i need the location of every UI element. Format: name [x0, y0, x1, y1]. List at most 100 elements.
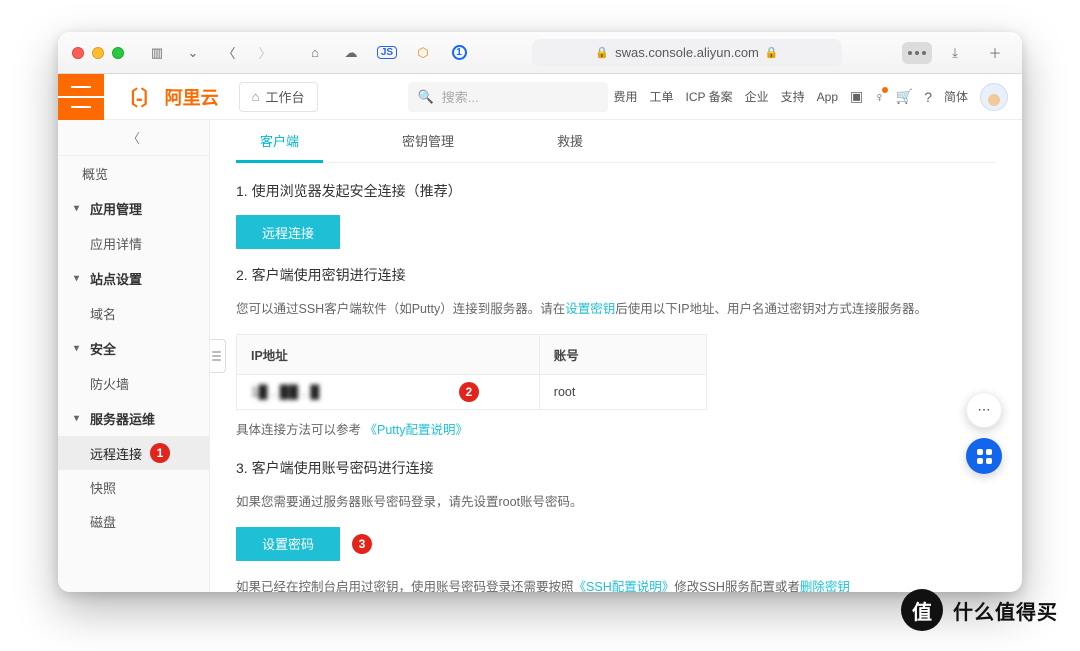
- sidebar-item-snapshot[interactable]: 快照: [58, 470, 209, 504]
- delete-key-link[interactable]: 删除密钥: [800, 580, 850, 592]
- brand-circle-icon: 值: [901, 589, 943, 631]
- sidebar-item-label: 远程连接: [90, 444, 142, 463]
- ssh-doc-link[interactable]: 《SSH配置说明》: [574, 580, 675, 592]
- global-search-input[interactable]: 🔍 搜索...: [408, 82, 608, 112]
- cart-icon[interactable]: 🛒: [896, 88, 913, 105]
- address-bar-url: swas.console.aliyun.com: [615, 45, 759, 60]
- section-2-desc: 您可以通过SSH客户端软件（如Putty）连接到服务器。请在设置密钥后使用以下I…: [236, 299, 996, 320]
- search-placeholder: 搜索...: [442, 87, 479, 106]
- home-icon[interactable]: ⌂: [302, 40, 328, 66]
- content: 客户端 密钥管理 救援 1. 使用浏览器发起安全连接（推荐） 远程连接 2. 客…: [210, 120, 1022, 592]
- avatar[interactable]: [980, 83, 1008, 111]
- top-link[interactable]: App: [817, 90, 838, 104]
- set-password-button[interactable]: 设置密码: [236, 527, 340, 561]
- table-row: 1█ . ██ . █ 2 root: [237, 375, 707, 410]
- sidebar-item-label: 防火墙: [90, 374, 129, 393]
- sidebar-group-ops[interactable]: ▾ 服务器运维: [58, 400, 209, 436]
- workspace-button[interactable]: ⌂ 工作台: [239, 82, 318, 112]
- browser-window: ▥ ⌄ 〈 〉 ⌂ ☁ JS ⬡ 1 🔒 swas.console.aliyun…: [58, 32, 1022, 592]
- sidebar-item-disk[interactable]: 磁盘: [58, 504, 209, 538]
- logo-text: 阿里云: [165, 84, 219, 110]
- language-switch[interactable]: 简体: [944, 88, 968, 105]
- tab-client[interactable]: 客户端: [236, 121, 323, 163]
- callout-badge-1: 1: [150, 443, 170, 463]
- caret-down-icon: ▾: [74, 343, 84, 354]
- brand-text: 什么值得买: [953, 596, 1058, 625]
- section-2-title: 2. 客户端使用密钥进行连接: [236, 265, 996, 285]
- sidebar-collapse-handle[interactable]: [210, 339, 226, 373]
- table-header-row: IP地址 账号: [237, 335, 707, 375]
- inner-tabs: 客户端 密钥管理 救援: [236, 120, 996, 163]
- connection-info-table: IP地址 账号 1█ . ██ . █ 2 root: [236, 334, 707, 410]
- lock-icon: 🔒: [595, 46, 609, 59]
- sidebar-back-button[interactable]: 〈: [58, 120, 209, 156]
- window-maximize-button[interactable]: [112, 47, 124, 59]
- onepassword-extension-icon[interactable]: 1: [446, 40, 472, 66]
- top-link[interactable]: 支持: [781, 88, 805, 105]
- search-icon: 🔍: [418, 89, 434, 105]
- cloud-icon[interactable]: ☁: [338, 40, 364, 66]
- section-3-desc: 如果您需要通过服务器账号密码登录，请先设置root账号密码。: [236, 492, 996, 513]
- sidebar-toggle-icon[interactable]: ▥: [144, 40, 170, 66]
- sidebar-group-label: 站点设置: [90, 269, 142, 288]
- js-extension-icon[interactable]: JS: [374, 40, 400, 66]
- top-link[interactable]: 企业: [745, 88, 769, 105]
- browser-toolbar: ▥ ⌄ 〈 〉 ⌂ ☁ JS ⬡ 1 🔒 swas.console.aliyun…: [58, 32, 1022, 74]
- monitor-icon[interactable]: ▣: [850, 88, 863, 105]
- chat-icon: ⋯: [978, 402, 991, 418]
- download-icon[interactable]: ⤓: [942, 40, 968, 66]
- sidebar-item-label: 磁盘: [90, 512, 116, 531]
- window-traffic-lights: [72, 47, 124, 59]
- nav-forward-icon[interactable]: 〉: [252, 40, 278, 66]
- help-icon[interactable]: ?: [924, 89, 932, 105]
- sidebar-item-domain[interactable]: 域名: [58, 296, 209, 330]
- window-minimize-button[interactable]: [92, 47, 104, 59]
- putty-doc-link[interactable]: 《Putty配置说明》: [365, 423, 469, 437]
- td-ip: 1█ . ██ . █ 2: [237, 375, 540, 410]
- callout-badge-3: 3: [352, 534, 372, 554]
- apps-grid-icon: [977, 449, 992, 464]
- ip-masked-value: 1█ . ██ . █: [251, 385, 320, 399]
- section-3-title: 3. 客户端使用账号密码进行连接: [236, 458, 996, 478]
- sidebar-group-label: 服务器运维: [90, 409, 155, 428]
- set-key-link[interactable]: 设置密钥: [565, 302, 615, 316]
- remote-connect-button[interactable]: 远程连接: [236, 215, 340, 249]
- sidebar-item-label: 域名: [90, 304, 116, 323]
- chevron-down-icon[interactable]: ⌄: [180, 40, 206, 66]
- caret-down-icon: ▾: [74, 273, 84, 284]
- float-chat-button[interactable]: ⋯: [966, 392, 1002, 428]
- new-tab-icon[interactable]: ＋: [982, 40, 1008, 66]
- section-3-footnote: 如果已经在控制台启用过密钥，使用账号密码登录还需要按照《SSH配置说明》修改SS…: [236, 577, 996, 592]
- page-actions-icon[interactable]: [902, 42, 932, 64]
- sidebar-item-app-detail[interactable]: 应用详情: [58, 226, 209, 260]
- nav-back-icon[interactable]: 〈: [216, 40, 242, 66]
- tab-rescue[interactable]: 救援: [533, 121, 607, 163]
- sidebar-item-label: 应用详情: [90, 234, 142, 253]
- top-link[interactable]: 工单: [649, 88, 673, 105]
- top-link[interactable]: ICP 备案: [686, 88, 733, 105]
- notifications-icon[interactable]: ♀: [874, 89, 885, 105]
- float-apps-button[interactable]: [966, 438, 1002, 474]
- td-account: root: [539, 375, 706, 410]
- sidebar-group-app[interactable]: ▾ 应用管理: [58, 190, 209, 226]
- sidebar-item-firewall[interactable]: 防火墙: [58, 366, 209, 400]
- window-close-button[interactable]: [72, 47, 84, 59]
- sidebar-group-security[interactable]: ▾ 安全: [58, 330, 209, 366]
- section-1-title: 1. 使用浏览器发起安全连接（推荐）: [236, 181, 996, 201]
- tab-keys[interactable]: 密钥管理: [378, 121, 478, 163]
- sidebar-group-site[interactable]: ▾ 站点设置: [58, 260, 209, 296]
- sidebar-group-label: 安全: [90, 339, 116, 358]
- cube-extension-icon[interactable]: ⬡: [410, 40, 436, 66]
- th-account: 账号: [539, 335, 706, 375]
- sidebar-item-remote[interactable]: 远程连接 1: [58, 436, 209, 470]
- sidebar-item-overview[interactable]: 概览: [58, 156, 209, 190]
- logo[interactable]: 〔-〕 阿里云: [104, 82, 233, 111]
- menu-toggle-button[interactable]: [58, 74, 104, 120]
- address-bar[interactable]: 🔒 swas.console.aliyun.com 🔒: [532, 39, 842, 67]
- app-header: 〔-〕 阿里云 ⌂ 工作台 🔍 搜索... 费用 工单 ICP 备案 企业 支持…: [58, 74, 1022, 120]
- top-link[interactable]: 费用: [613, 88, 637, 105]
- logo-glyph-icon: 〔-〕: [118, 82, 159, 111]
- sidebar-item-label: 快照: [90, 478, 116, 497]
- callout-badge-2: 2: [459, 382, 479, 402]
- app-body: 〈 概览 ▾ 应用管理 应用详情 ▾ 站点设置 域名 ▾ 安全: [58, 120, 1022, 592]
